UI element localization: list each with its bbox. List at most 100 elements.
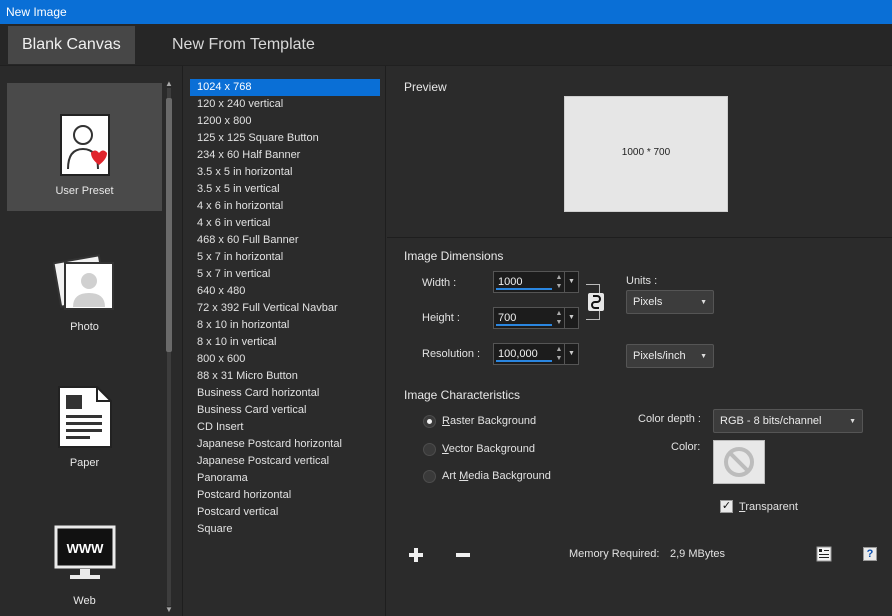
resolution-label: Resolution :: [422, 348, 481, 360]
no-color-icon: [724, 447, 754, 477]
template-list-item[interactable]: 5 x 7 in horizontal: [190, 249, 380, 266]
template-list-item[interactable]: 4 x 6 in horizontal: [190, 198, 380, 215]
field-underline: [496, 288, 552, 290]
preset-user-preset[interactable]: User Preset: [7, 83, 162, 211]
divider: [387, 237, 892, 238]
width-input[interactable]: 1000 ▲ ▼ ▼: [493, 271, 579, 293]
template-list-item[interactable]: Panorama: [190, 470, 380, 487]
template-list-item[interactable]: 88 x 31 Micro Button: [190, 368, 380, 385]
preview-title: Preview: [404, 80, 447, 94]
template-list-item[interactable]: 4 x 6 in vertical: [190, 215, 380, 232]
color-label: Color:: [671, 441, 701, 453]
radio-button[interactable]: [423, 415, 436, 428]
height-spinner-icon[interactable]: ▲ ▼: [554, 309, 564, 327]
minus-icon[interactable]: [456, 548, 470, 562]
memory-required-value: 2,9 MBytes: [670, 548, 726, 560]
template-list-item[interactable]: 640 x 480: [190, 283, 380, 300]
units-label: Units :: [626, 275, 658, 287]
chevron-down-icon: ▼: [849, 418, 856, 425]
tab-blank-canvas[interactable]: Blank Canvas: [8, 26, 135, 64]
preset-scrollbar[interactable]: ▲ ▼: [164, 80, 174, 614]
template-list-pane: 1024 x 768 120 x 240 vertical 1200 x 800 12…: [184, 66, 386, 616]
image-characteristics-title: Image Characteristics: [404, 388, 521, 402]
field-underline: [496, 360, 552, 362]
template-list-item[interactable]: 72 x 392 Full Vertical Navbar: [190, 300, 380, 317]
template-list-item[interactable]: Japanese Postcard horizontal: [190, 436, 380, 453]
save-preset-icon[interactable]: [816, 546, 832, 562]
template-list-item[interactable]: 468 x 60 Full Banner: [190, 232, 380, 249]
template-list-item[interactable]: 8 x 10 in vertical: [190, 334, 380, 351]
template-list-item[interactable]: 800 x 600: [190, 351, 380, 368]
template-list-item[interactable]: Business Card horizontal: [190, 385, 380, 402]
preset-web[interactable]: WWW Web: [7, 491, 162, 616]
scroll-up-icon[interactable]: ▲: [164, 80, 174, 88]
template-list-item[interactable]: 234 x 60 Half Banner: [190, 147, 380, 164]
template-list-item[interactable]: 5 x 7 in vertical: [190, 266, 380, 283]
preset-label: Web: [73, 595, 96, 607]
color-depth-label: Color depth :: [638, 413, 701, 425]
resolution-input[interactable]: 100,000 ▲ ▼ ▼: [493, 343, 579, 365]
transparent-label: Transparent: [739, 501, 798, 513]
template-list-item[interactable]: Postcard horizontal: [190, 487, 380, 504]
radio-button[interactable]: [423, 470, 436, 483]
units-select[interactable]: Pixels ▼: [626, 290, 714, 314]
template-list-item[interactable]: Japanese Postcard vertical: [190, 453, 380, 470]
template-list-item[interactable]: CD Insert: [190, 419, 380, 436]
width-value: 1000: [498, 276, 523, 288]
art-media-background-label: Art Media Background: [442, 470, 551, 482]
web-icon: WWW: [54, 525, 115, 579]
scroll-down-icon[interactable]: ▼: [164, 606, 174, 614]
scroll-thumb[interactable]: [166, 98, 172, 352]
user-preset-icon: [59, 114, 110, 176]
height-dropdown-icon[interactable]: ▼: [564, 308, 578, 328]
color-depth-select[interactable]: RGB - 8 bits/channel ▼: [713, 409, 863, 433]
preset-label: Paper: [69, 457, 100, 469]
transparent-checkbox[interactable]: ✓: [720, 500, 733, 513]
resolution-value: 100,000: [498, 348, 538, 360]
template-list-item[interactable]: Business Card vertical: [190, 402, 380, 419]
width-label: Width :: [422, 277, 457, 289]
template-list-item[interactable]: 8 x 10 in horizontal: [190, 317, 380, 334]
height-input[interactable]: 700 ▲ ▼ ▼: [493, 307, 579, 329]
template-list-item[interactable]: 1024 x 768: [190, 79, 380, 96]
raster-background-label: Raster Background: [442, 415, 537, 427]
template-list-item[interactable]: 120 x 240 vertical: [190, 96, 380, 113]
height-label: Height :: [422, 312, 460, 324]
svg-text:WWW: WWW: [66, 541, 104, 556]
radio-button[interactable]: [423, 443, 436, 456]
color-swatch[interactable]: [713, 440, 765, 484]
template-list-item[interactable]: Postcard vertical: [190, 504, 380, 521]
width-spinner-icon[interactable]: ▲ ▼: [554, 273, 564, 291]
window-title: New Image: [6, 5, 67, 19]
template-list-item[interactable]: 125 x 125 Square Button: [190, 130, 380, 147]
resolution-dropdown-icon[interactable]: ▼: [564, 344, 578, 364]
photo-icon: [52, 254, 114, 310]
resolution-spinner-icon[interactable]: ▲ ▼: [554, 345, 564, 363]
template-list-item[interactable]: Square: [190, 521, 380, 538]
height-value: 700: [498, 312, 517, 324]
preset-photo[interactable]: Photo: [7, 219, 162, 347]
preset-label: Photo: [70, 321, 99, 333]
memory-required-label: Memory Required:: [569, 548, 660, 560]
tab-new-from-template[interactable]: New From Template: [158, 26, 329, 64]
vector-background-label: Vector Background: [442, 443, 535, 455]
field-underline: [496, 324, 552, 326]
help-button[interactable]: ?: [863, 547, 877, 561]
template-list-item[interactable]: 1200 x 800: [190, 113, 380, 130]
preview-size-text: 1000 * 700: [621, 147, 671, 158]
resolution-units-select[interactable]: Pixels/inch ▼: [626, 344, 714, 368]
template-list-item[interactable]: 3.5 x 5 in horizontal: [190, 164, 380, 181]
preset-sidebar: User Preset Photo Paper WWW Web ▲ ▼: [0, 66, 183, 616]
preview-canvas: 1000 * 700: [564, 96, 728, 212]
title-bar: New Image: [0, 0, 892, 24]
chevron-down-icon: ▼: [700, 353, 707, 360]
preset-label: User Preset: [55, 185, 114, 197]
paper-icon: [57, 386, 112, 448]
width-dropdown-icon[interactable]: ▼: [564, 272, 578, 292]
aspect-lock-button[interactable]: [586, 284, 606, 320]
plus-icon[interactable]: [409, 548, 423, 562]
preset-paper[interactable]: Paper: [7, 355, 162, 483]
color-depth-value: RGB - 8 bits/channel: [720, 415, 822, 427]
template-list-item[interactable]: 3.5 x 5 in vertical: [190, 181, 380, 198]
help-icon: ?: [866, 548, 874, 560]
